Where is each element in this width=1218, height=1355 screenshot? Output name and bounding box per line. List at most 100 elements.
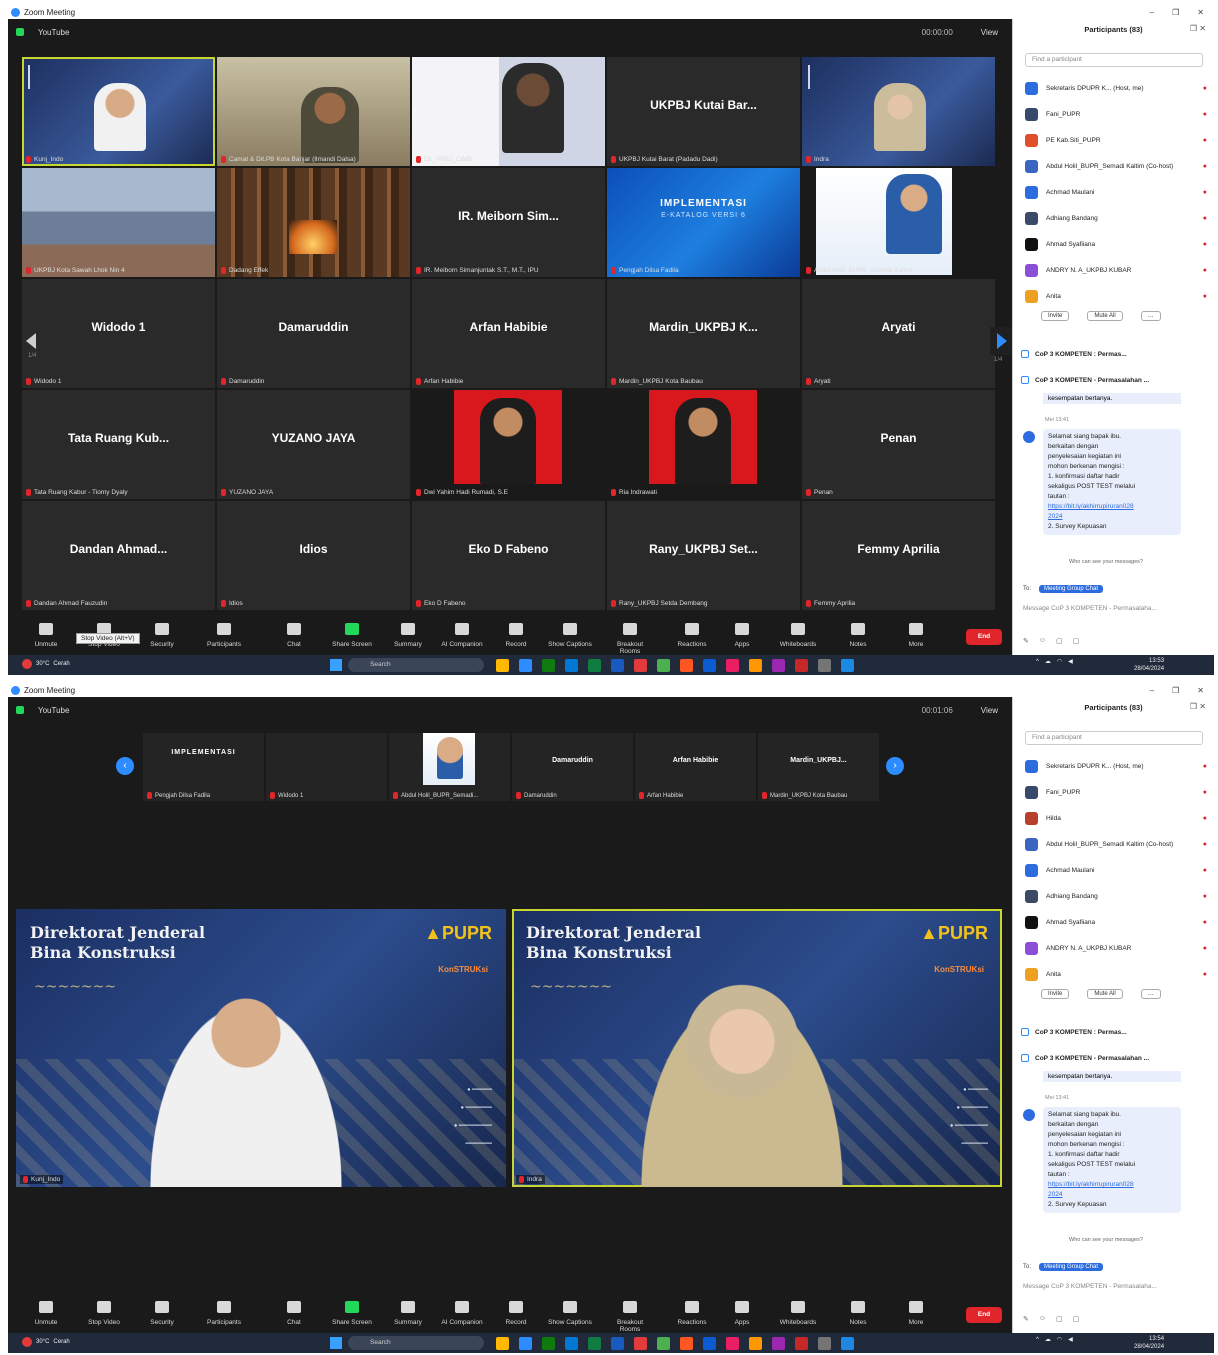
taskbar-clock[interactable]: 13:53 28/04/2024 (1134, 657, 1164, 673)
participant-row[interactable]: Ahmad Syafiiana ● (1025, 909, 1207, 935)
end-button[interactable]: End (966, 1307, 1002, 1323)
next-thumbs-icon[interactable]: › (886, 757, 904, 775)
show-captions-button[interactable]: Show Captions (546, 1301, 594, 1326)
prev-thumbs-icon[interactable]: ‹ (116, 757, 134, 775)
participant-row[interactable]: Achmad Maulani ● (1025, 857, 1207, 883)
chat-input[interactable]: Message CoP 3 KOMPETEN - Permasalaha... (1023, 1283, 1205, 1290)
share-screen-button[interactable]: Share Screen (328, 623, 376, 648)
participant-row[interactable]: Anita ● (1025, 283, 1207, 309)
end-button[interactable]: End (966, 629, 1002, 645)
speaker-video-active[interactable]: Direktorat Jenderal Bina Konstruksi ~~~~~… (512, 909, 1002, 1187)
participant-row[interactable]: Adhiang Bandang ● (1025, 883, 1207, 909)
minimize-icon[interactable]: – (1150, 686, 1154, 695)
maximize-icon[interactable]: ❐ (1172, 686, 1179, 695)
name-tile[interactable]: Dandan Ahmad... Dandan Ahmad Fauzudin (22, 501, 215, 610)
more-button[interactable]: More (892, 1301, 940, 1326)
name-tile[interactable]: Arfan Habibie Arfan Habibie (412, 279, 605, 388)
security-shield-icon[interactable] (16, 28, 24, 36)
thumbnail[interactable]: Widodo 1 (266, 733, 387, 801)
name-tile[interactable]: UKPBJ Kutai Bar... UKPBJ Kutai Barat (Pad… (607, 57, 800, 166)
speaker-video[interactable]: Direktorat Jenderal Bina Konstruksi ~~~~~… (16, 909, 506, 1187)
invite-button[interactable]: Invite (1041, 311, 1070, 321)
view-button[interactable]: View (981, 28, 998, 37)
taskbar-clock[interactable]: 13:54 28/04/2024 (1134, 1335, 1164, 1351)
whiteboards-button[interactable]: Whiteboards (774, 1301, 822, 1326)
security-shield-icon[interactable] (16, 706, 24, 714)
name-tile[interactable]: Idios Idios (217, 501, 410, 610)
thumbnail[interactable]: Mardin_UKPBJ... Mardin_UKPBJ Kota Baubau (758, 733, 879, 801)
participant-row[interactable]: Abdul Holil_BUPR_Semadi Kaltim (Co-host)… (1025, 153, 1207, 179)
reactions-button[interactable]: Reactions (668, 1301, 716, 1326)
name-tile[interactable]: Mardin_UKPBJ K... Mardin_UKPBJ Kota Bauba… (607, 279, 800, 388)
record-button[interactable]: Record (492, 623, 540, 648)
share-screen-button[interactable]: Share Screen (328, 1301, 376, 1326)
chat-link[interactable]: https://bit.ly/akhirrupiruran028 (1048, 502, 1176, 512)
maximize-icon[interactable]: ❐ (1172, 8, 1179, 17)
next-page-icon[interactable] (990, 327, 1012, 355)
photo-tile[interactable]: Ria Indrawati (607, 390, 800, 499)
participant-row[interactable]: Adhiang Bandang ● (1025, 205, 1207, 231)
ai-companion-button[interactable]: AI Companion (438, 623, 486, 648)
security-button[interactable]: Security (138, 1301, 186, 1326)
thumbnail[interactable]: Abdul Holil_BUPR_Semadi... (389, 733, 510, 801)
unmute-button[interactable]: Unmute (22, 623, 70, 648)
video-tile[interactable]: Camat & Dit.PB Kota Banjar (Ilmandi Dals… (217, 57, 410, 166)
windows-start-icon[interactable] (330, 1337, 342, 1349)
record-button[interactable]: Record (492, 1301, 540, 1326)
window-controls[interactable]: – ❐ ✕ (1150, 686, 1214, 695)
ai-companion-button[interactable]: AI Companion (438, 1301, 486, 1326)
chat-tools[interactable]: ✎ ☺ ▢ ▢ (1023, 637, 1079, 645)
name-tile[interactable]: Widodo 1 Widodo 1 (22, 279, 215, 388)
stop-video-button[interactable]: Stop Video (80, 1301, 128, 1326)
view-button[interactable]: View (981, 706, 998, 715)
view-selector[interactable]: YouTube (38, 28, 69, 37)
security-button[interactable]: Security (138, 623, 186, 648)
taskbar-apps[interactable] (496, 659, 854, 672)
reactions-button[interactable]: Reactions (668, 623, 716, 648)
weather-widget[interactable]: 30°C Cerah (22, 1337, 70, 1347)
photo-tile[interactable]: Dwi Yahim Hadi Rumadi, S.E (412, 390, 605, 499)
notes-button[interactable]: Notes (834, 1301, 882, 1326)
name-tile[interactable]: Damaruddin Damaruddin (217, 279, 410, 388)
name-tile[interactable]: Tata Ruang Kub... Tata Ruang Kabur - Tiom… (22, 390, 215, 499)
panel-controls[interactable]: ❐ ✕ (1190, 24, 1206, 33)
participants-button[interactable]: Participants (200, 1301, 248, 1326)
thumbnail[interactable]: IMPLEMENTASI Pengjah Dilsa Fadila (143, 733, 264, 801)
mute-all-button[interactable]: Mute All (1087, 989, 1123, 999)
video-tile[interactable]: Indra (802, 57, 995, 166)
participant-row[interactable]: Ahmad Syafiiana ● (1025, 231, 1207, 257)
participant-row[interactable]: ANDRY N. A_UKPBJ KUBAR ● (1025, 257, 1207, 283)
name-tile[interactable]: Femmy Aprilia Femmy Aprilia (802, 501, 995, 610)
mute-all-button[interactable]: Mute All (1087, 311, 1123, 321)
close-icon[interactable]: ✕ (1197, 686, 1204, 695)
panel-controls[interactable]: ❐ ✕ (1190, 702, 1206, 711)
more-button[interactable]: More (892, 623, 940, 648)
breakout-rooms-button[interactable]: Breakout Rooms (606, 1301, 654, 1333)
window-controls[interactable]: – ❐ ✕ (1150, 8, 1214, 17)
participant-row[interactable]: ANDRY N. A_UKPBJ KUBAR ● (1025, 935, 1207, 961)
participant-row[interactable]: Fani_PUPR ● (1025, 779, 1207, 805)
video-tile[interactable]: Dir_PPBJ_CIMB (412, 57, 605, 166)
participant-row[interactable]: Fani_PUPR ● (1025, 101, 1207, 127)
taskbar-apps[interactable] (496, 1337, 854, 1350)
who-can-see[interactable]: Who can see your messages? (1069, 1237, 1143, 1243)
notes-button[interactable]: Notes (834, 623, 882, 648)
participant-row[interactable]: Sekretaris DPUPR K... (Host, me) ● (1025, 75, 1207, 101)
apps-button[interactable]: Apps (718, 1301, 766, 1326)
system-tray[interactable]: ^ ☁ ◠ ◀ (1036, 1336, 1073, 1344)
name-tile[interactable]: Rany_UKPBJ Set... Rany_UKPBJ Setda Demban… (607, 501, 800, 610)
taskbar-search[interactable]: Search (348, 658, 484, 672)
view-selector[interactable]: YouTube (38, 706, 69, 715)
windows-start-icon[interactable] (330, 659, 342, 671)
more-options-icon[interactable]: … (1140, 989, 1161, 999)
unmute-button[interactable]: Unmute (22, 1301, 70, 1326)
weather-widget[interactable]: 30°C Cerah (22, 659, 70, 669)
summary-button[interactable]: Summary (384, 1301, 432, 1326)
minimize-icon[interactable]: – (1150, 8, 1154, 17)
thumbnail[interactable]: Damaruddin Damaruddin (512, 733, 633, 801)
name-tile[interactable]: Eko D Fabeno Eko D Fabeno (412, 501, 605, 610)
summary-button[interactable]: Summary (384, 623, 432, 648)
taskbar-search[interactable]: Search (348, 1336, 484, 1350)
participant-search-input[interactable]: Find a participant (1025, 53, 1203, 67)
breakout-rooms-button[interactable]: Breakout Rooms (606, 623, 654, 655)
